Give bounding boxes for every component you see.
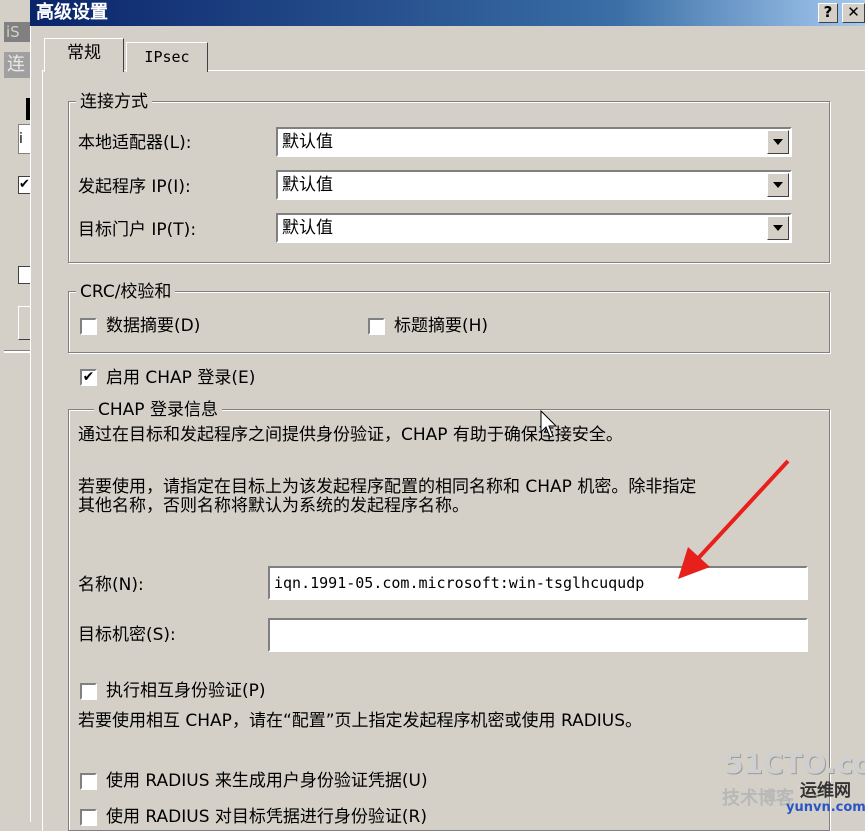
- tab-general[interactable]: 常规: [44, 38, 124, 72]
- watermark-domain: yunvn.com: [786, 800, 865, 815]
- radius-authenticate-checkbox[interactable]: [80, 809, 97, 826]
- watermark-ops: 运维网: [800, 781, 851, 801]
- annotation-arrow-icon: [678, 459, 790, 579]
- radius-generate-label[interactable]: 使用 RADIUS 来生成用户身份验证凭据(U): [106, 769, 428, 793]
- dialog-titlebar[interactable]: [30, 0, 865, 26]
- enable-chap-checkbox[interactable]: ✔: [80, 369, 97, 386]
- mutual-auth-label[interactable]: 执行相互身份验证(P): [106, 679, 266, 703]
- help-button[interactable]: ?: [818, 3, 838, 23]
- mouse-pointer-icon: [540, 410, 558, 438]
- enable-chap-label[interactable]: 启用 CHAP 登录(E): [106, 366, 255, 390]
- chevron-down-icon[interactable]: [767, 216, 789, 240]
- target-portal-ip-value: 默认值: [282, 218, 333, 238]
- tab-ipsec[interactable]: IPsec: [126, 42, 208, 72]
- chap-name-label: 名称(N):: [78, 575, 144, 595]
- chap-group-legend: CHAP 登录信息: [94, 400, 222, 420]
- chap-instructions-line2: 其他名称，否则名称将默认为系统的发起程序名称。: [78, 496, 469, 516]
- header-digest-checkbox[interactable]: [368, 318, 385, 335]
- local-adapter-label: 本地适配器(L):: [78, 133, 192, 153]
- mutual-auth-checkbox[interactable]: [80, 683, 97, 700]
- background-window-divider: [4, 350, 30, 353]
- target-secret-input[interactable]: [268, 618, 808, 652]
- header-digest-label[interactable]: 标题摘要(H): [394, 314, 488, 338]
- chap-name-value: iqn.1991-05.com.microsoft:win-tsglhcuqud…: [274, 574, 645, 592]
- close-button[interactable]: ✕: [842, 3, 865, 23]
- local-adapter-select[interactable]: 默认值: [276, 127, 792, 157]
- data-digest-checkbox[interactable]: [80, 318, 97, 335]
- crc-group-legend: CRC/校验和: [76, 282, 176, 302]
- mutual-chap-description: 若要使用相互 CHAP，请在“配置”页上指定发起程序机密或使用 RADIUS。: [78, 711, 643, 731]
- data-digest-label[interactable]: 数据摘要(D): [106, 314, 200, 338]
- watermark-blog: 技术博客: [722, 788, 794, 809]
- chevron-down-icon[interactable]: [767, 173, 789, 197]
- initiator-ip-value: 默认值: [282, 175, 333, 195]
- background-window-title: iS: [4, 22, 30, 42]
- target-portal-ip-label: 目标门户 IP(T):: [78, 220, 197, 240]
- initiator-ip-select[interactable]: 默认值: [276, 170, 792, 200]
- local-adapter-value: 默认值: [282, 132, 333, 152]
- chevron-down-icon[interactable]: [767, 130, 789, 154]
- connect-group-legend: 连接方式: [76, 92, 152, 112]
- dialog-title: 高级设置: [36, 2, 108, 23]
- target-secret-label: 目标机密(S):: [78, 625, 176, 645]
- initiator-ip-label: 发起程序 IP(I):: [78, 177, 191, 197]
- target-portal-ip-select[interactable]: 默认值: [276, 213, 792, 243]
- radius-generate-checkbox[interactable]: [80, 773, 97, 790]
- background-window-tab[interactable]: 连: [4, 52, 30, 78]
- radius-authenticate-label[interactable]: 使用 RADIUS 对目标凭据进行身份验证(R): [106, 805, 427, 829]
